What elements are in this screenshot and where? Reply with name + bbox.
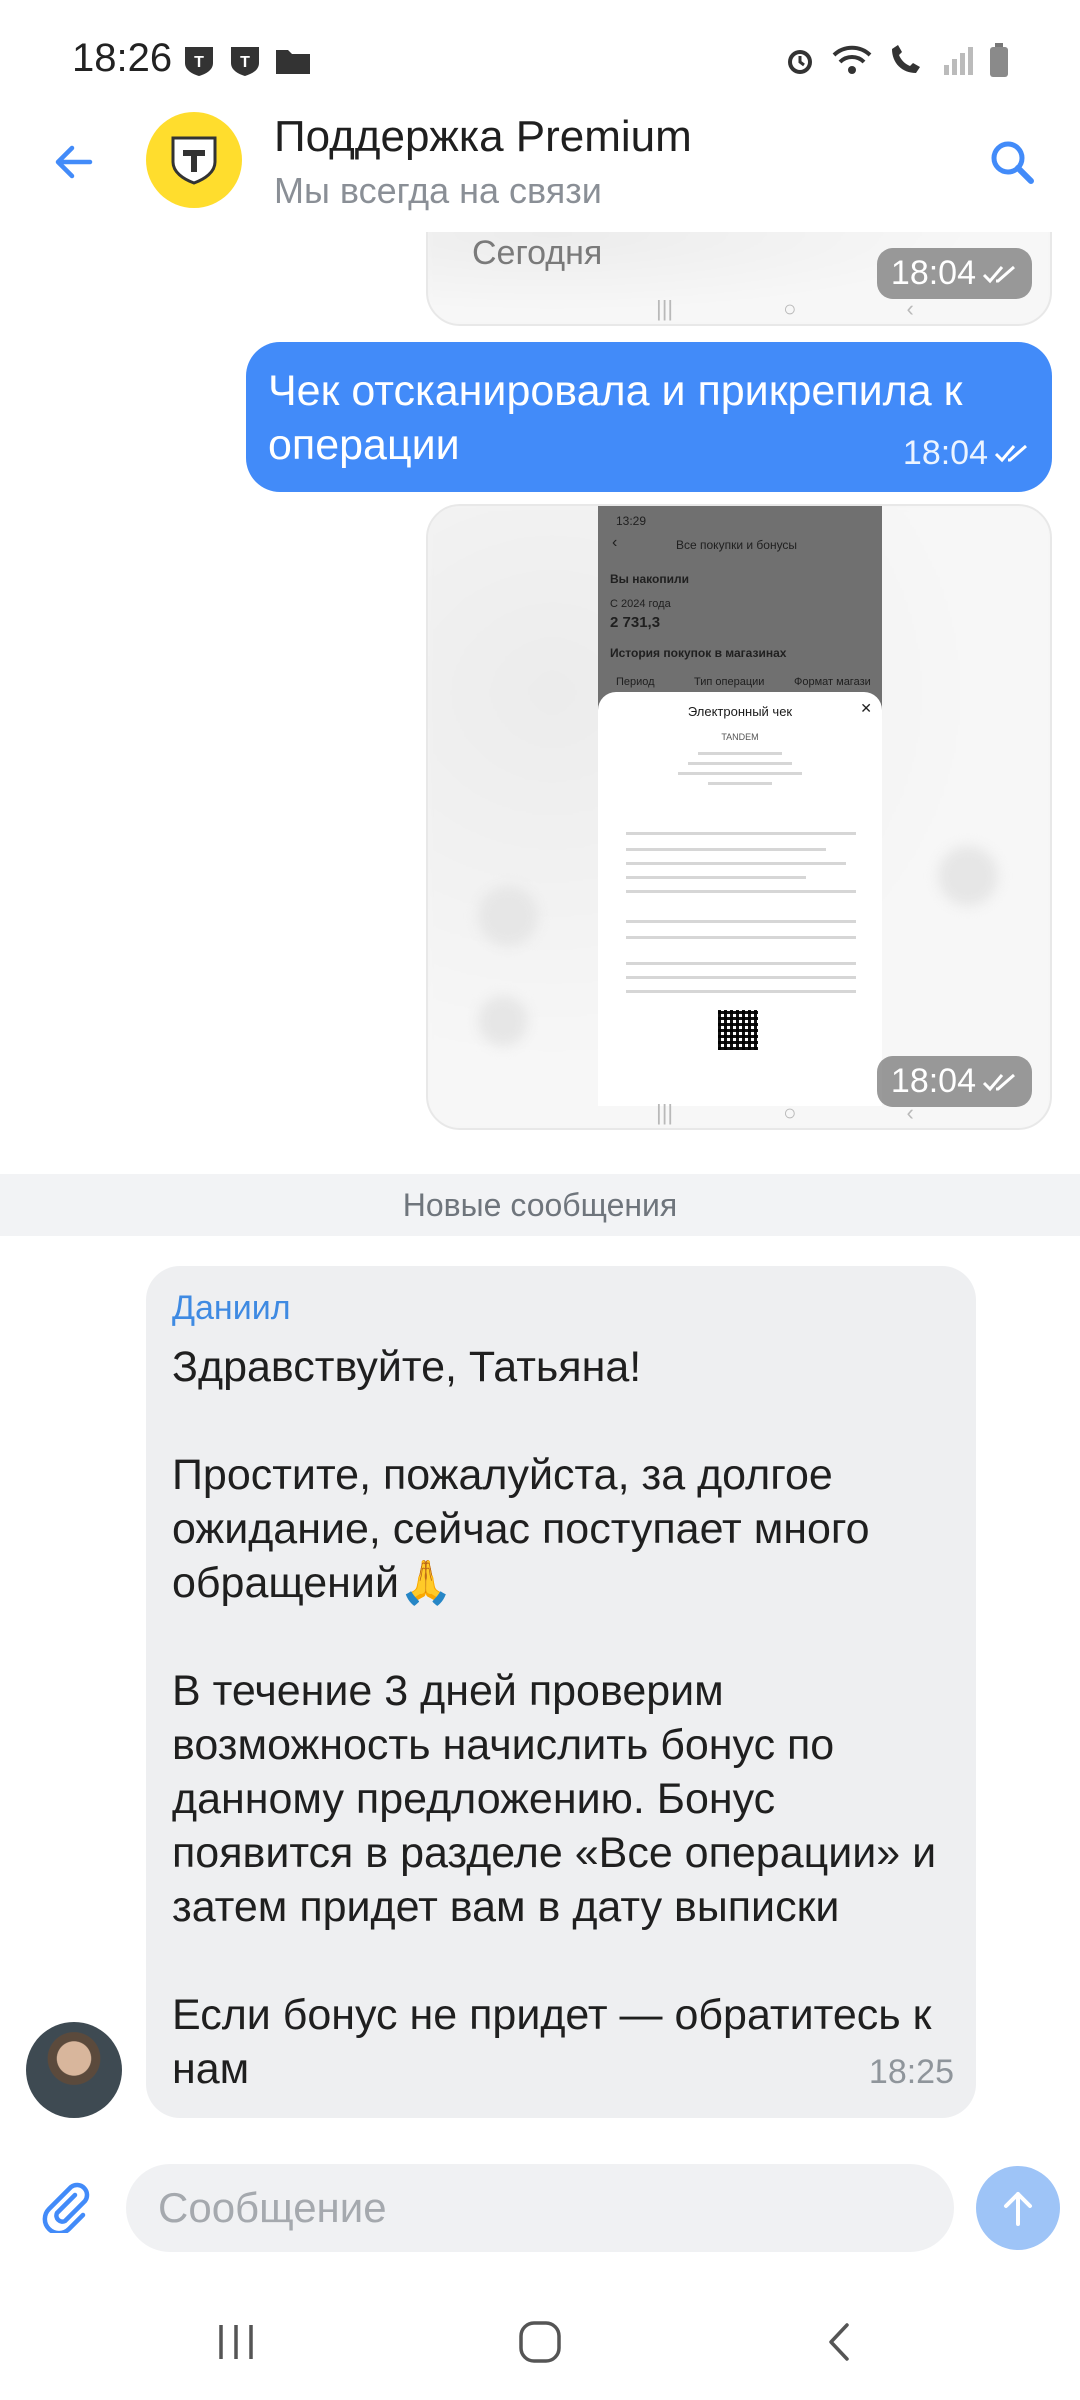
- receipt-line: [626, 962, 856, 965]
- receipt-line: [626, 862, 846, 865]
- screenshot-accumulated-value: 2 731,3: [610, 614, 661, 631]
- status-bar: 18:26 T T: [0, 0, 1080, 110]
- image-nav-bar: ||| ○ ‹: [656, 1100, 914, 1126]
- screenshot-header: 13:29 ‹ Все покупки и бонусы Вы накопили…: [598, 506, 882, 706]
- system-nav-bar: [0, 2282, 1080, 2400]
- search-icon: [991, 141, 1034, 184]
- screenshot-filter-period: Период: [616, 676, 655, 688]
- home-button[interactable]: [500, 2302, 580, 2382]
- receipt-title: Электронный чек: [687, 704, 793, 719]
- image-message[interactable]: Сегодня ||| ○ ‹ 18:04: [426, 232, 1052, 326]
- image-nav-bar: ||| ○ ‹: [656, 296, 914, 322]
- receipt-line: [688, 762, 792, 765]
- send-button[interactable]: [976, 2166, 1060, 2250]
- receipt-sheet: Электронный чек ✕ TANDEM: [598, 692, 882, 1106]
- chat-subtitle: Мы всегда на связи: [274, 170, 602, 211]
- message-input[interactable]: [126, 2164, 954, 2252]
- svg-text:T: T: [240, 54, 250, 71]
- recents-icon: |||: [656, 1100, 674, 1125]
- screenshot-since-label: С 2024 года: [610, 598, 671, 610]
- message-time: 18:04: [876, 1056, 1032, 1107]
- chat-header: Поддержка Premium Мы всегда на связи: [0, 110, 1080, 240]
- status-notification-icons: T T: [182, 44, 312, 78]
- signal-icon: [944, 47, 973, 75]
- message-text: Чек отсканировала и прикрепила к операци…: [268, 367, 963, 469]
- paperclip-icon: [42, 2182, 90, 2233]
- screenshot-accumulated-label: Вы накопили: [610, 572, 689, 586]
- time-text: 18:04: [902, 434, 988, 472]
- status-system-icons: [782, 42, 1010, 78]
- chevron-left-icon: [829, 2323, 849, 2361]
- screenshot-back-icon: ‹: [612, 534, 618, 551]
- bank-avatar[interactable]: [146, 112, 242, 208]
- screenshot-preview: 13:29 ‹ Все покупки и бонусы Вы накопили…: [598, 506, 882, 1106]
- battery-icon: [990, 43, 1008, 77]
- attach-button[interactable]: [30, 2170, 100, 2240]
- chat-title: Поддержка Premium: [274, 112, 692, 161]
- qr-code: [718, 1010, 758, 1050]
- home-icon: ○: [783, 296, 797, 321]
- tbank-logo-icon: [171, 136, 217, 185]
- message-composer: [0, 2148, 1080, 2268]
- receipt-line: [626, 990, 856, 993]
- double-check-icon: [982, 1073, 1015, 1091]
- search-button[interactable]: [980, 130, 1044, 194]
- tbank-notification-icon: T: [185, 47, 213, 76]
- incoming-message[interactable]: Даниил Здравствуйте, Татьяна! Простите, …: [146, 1266, 976, 2118]
- back-nav-button[interactable]: [800, 2302, 880, 2382]
- receipt-line: [698, 752, 782, 755]
- receipt-line: [626, 876, 806, 879]
- screenshot-time: 13:29: [616, 514, 647, 528]
- message-time: 18:25: [868, 2053, 954, 2091]
- recents-icon: [219, 2325, 253, 2359]
- outgoing-message[interactable]: Чек отсканировала и прикрепила к операци…: [246, 342, 1052, 492]
- arrow-up-icon: [1004, 2192, 1032, 2226]
- home-icon: [519, 2321, 561, 2363]
- arrow-left-icon: [55, 145, 93, 179]
- receipt-line: [626, 976, 856, 979]
- message-time: 18:04: [903, 426, 1030, 480]
- screenshot-filter-format: Формат магази: [794, 676, 871, 688]
- wifi-call-icon: [892, 45, 920, 73]
- image-day-label: Сегодня: [472, 234, 603, 272]
- recents-icon: |||: [656, 296, 674, 321]
- blur-shape: [478, 996, 528, 1046]
- wifi-icon: [832, 45, 872, 74]
- recents-button[interactable]: [196, 2302, 276, 2382]
- close-icon: ✕: [860, 700, 872, 716]
- time-text: 18:04: [890, 1062, 976, 1100]
- receipt-line: [708, 782, 772, 785]
- alarm-icon: [788, 50, 812, 74]
- folder-icon: [276, 50, 310, 74]
- message-time: 18:04: [876, 248, 1032, 299]
- blur-shape: [938, 846, 998, 906]
- blur-shape: [478, 886, 538, 946]
- time-text: 18:04: [890, 254, 976, 292]
- receipt-store: TANDEM: [721, 732, 759, 742]
- receipt-line: [626, 832, 856, 835]
- back-icon: ‹: [906, 296, 914, 321]
- screenshot-history-label: История покупок в магазинах: [610, 646, 787, 660]
- new-messages-divider: Новые сообщения: [0, 1174, 1080, 1236]
- receipt-line: [626, 890, 856, 893]
- image-message[interactable]: 13:29 ‹ Все покупки и бонусы Вы накопили…: [426, 504, 1052, 1130]
- home-icon: ○: [783, 1100, 797, 1125]
- receipt-line: [678, 772, 802, 775]
- back-button[interactable]: [44, 132, 104, 192]
- tbank-notification-icon: T: [231, 47, 259, 76]
- screenshot-filter-type: Тип операции: [694, 676, 765, 688]
- receipt-line: [626, 848, 826, 851]
- screenshot-title: Все покупки и бонусы: [676, 538, 798, 552]
- svg-text:T: T: [194, 54, 204, 71]
- agent-avatar[interactable]: [26, 2022, 122, 2118]
- double-check-icon: [994, 444, 1027, 463]
- status-time: 18:26: [72, 36, 173, 80]
- double-check-icon: [982, 265, 1015, 283]
- receipt-line: [626, 936, 856, 939]
- message-text: Здравствуйте, Татьяна! Простите, пожалуй…: [172, 1343, 937, 2093]
- sender-name: Даниил: [172, 1289, 291, 1327]
- receipt-line: [626, 920, 856, 923]
